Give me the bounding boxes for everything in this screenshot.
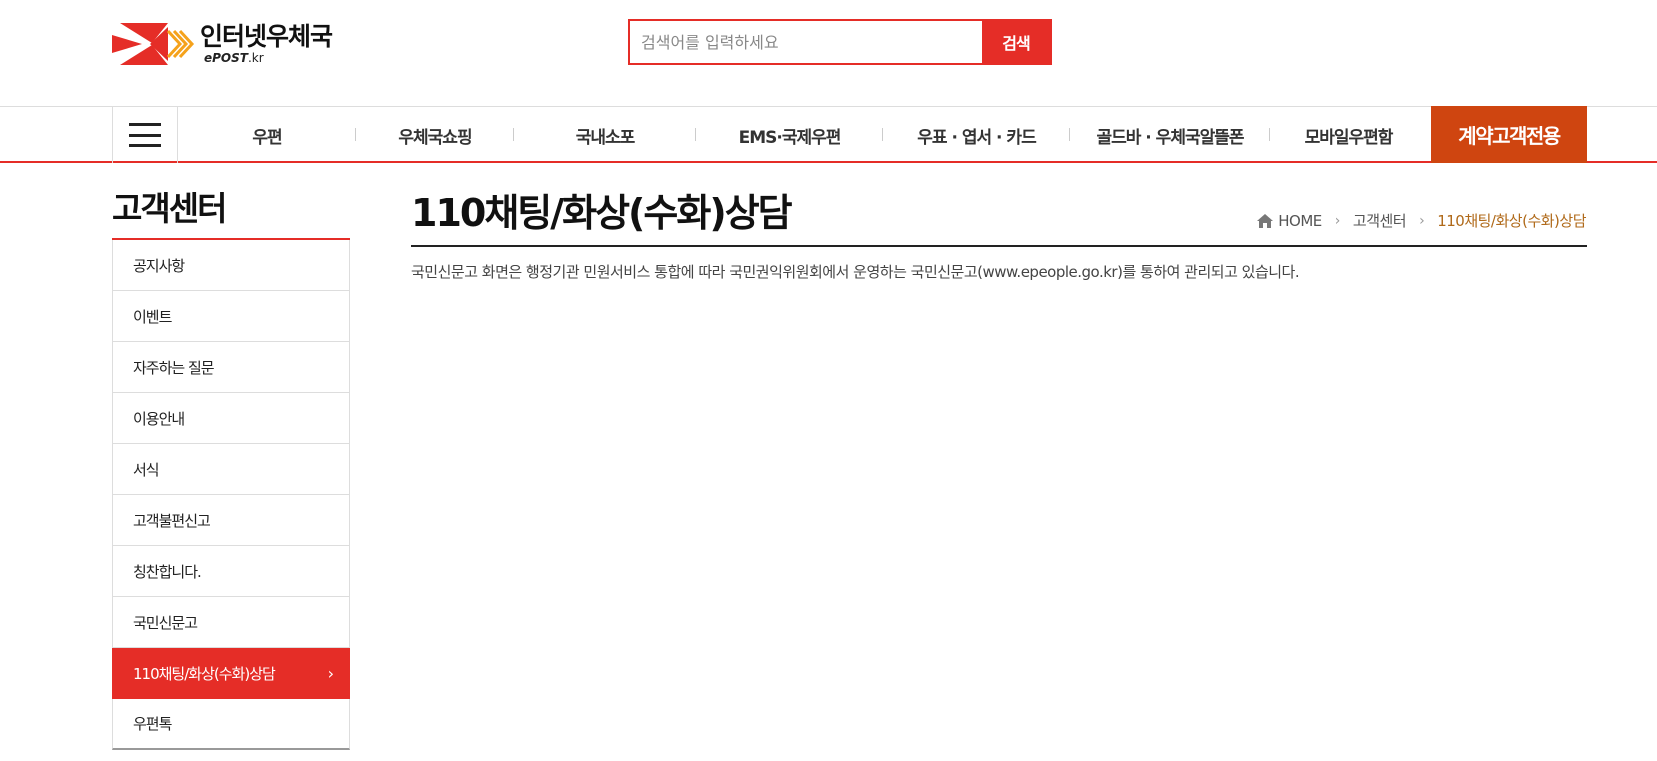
logo-text: 인터넷우체국 ePOST.kr bbox=[200, 22, 333, 66]
gnb-item-domestic-parcel[interactable]: 국내소포 bbox=[514, 107, 696, 163]
gnb-item-ems[interactable]: EMS·국제우편 bbox=[696, 107, 883, 163]
sidebar-title: 고객센터 bbox=[112, 189, 227, 228]
epost-logo-icon bbox=[112, 23, 195, 65]
chevron-right-icon: › bbox=[327, 664, 334, 683]
gnb-item-shopping[interactable]: 우체국쇼핑 bbox=[356, 107, 514, 163]
search-button[interactable]: 검색 bbox=[982, 21, 1050, 63]
breadcrumb: HOME › 고객센터 › 110채팅/화상(수화)상담 bbox=[1256, 210, 1586, 231]
epost-logo[interactable]: 인터넷우체국 ePOST.kr bbox=[112, 20, 342, 68]
gnb-item-goldbar[interactable]: 골드바 · 우체국알뜰폰 bbox=[1070, 107, 1270, 163]
gnb-item-stamps[interactable]: 우표 · 엽서 · 카드 bbox=[883, 107, 1070, 163]
contract-customer-button[interactable]: 계약고객전용 bbox=[1431, 106, 1587, 163]
sidebar-item-label: 110채팅/화상(수화)상담 bbox=[133, 664, 276, 683]
site-header: 인터넷우체국 ePOST.kr 검색 bbox=[0, 0, 1657, 106]
chevron-right-icon: › bbox=[1419, 212, 1425, 229]
page-title: 110채팅/화상(수화)상담 bbox=[411, 191, 793, 235]
sidebar-item-praise[interactable]: 칭찬합니다. bbox=[112, 546, 350, 597]
hamburger-menu-button[interactable] bbox=[112, 107, 178, 163]
sidebar-item-epeople[interactable]: 국민신문고 bbox=[112, 597, 350, 648]
sidebar-item-faq[interactable]: 자주하는 질문 bbox=[112, 342, 350, 393]
hamburger-icon bbox=[129, 123, 161, 147]
sidebar-menu: 공지사항 이벤트 자주하는 질문 이용안내 서식 고객불편신고 칭찬합니다. 국… bbox=[112, 238, 350, 750]
gnb-inner: 우편 우체국쇼핑 국내소포 EMS·국제우편 우표 · 엽서 · 카드 골드바 … bbox=[112, 107, 1587, 163]
gnb-item-mail[interactable]: 우편 bbox=[178, 107, 356, 163]
home-icon bbox=[1257, 213, 1274, 228]
logo-subtitle: ePOST.kr bbox=[204, 51, 332, 65]
sidebar-item-forms[interactable]: 서식 bbox=[112, 444, 350, 495]
search-bar: 검색 bbox=[628, 19, 1052, 65]
gnb-item-mobile-mailbox[interactable]: 모바일우편함 bbox=[1270, 107, 1427, 163]
sidebar-item-guide[interactable]: 이용안내 bbox=[112, 393, 350, 444]
logo-title: 인터넷우체국 bbox=[200, 22, 333, 51]
page-description: 국민신문고 화면은 행정기관 민원서비스 통합에 따라 국민권익위원회에서 운영… bbox=[411, 263, 1300, 281]
breadcrumb-customer-center[interactable]: 고객센터 bbox=[1353, 210, 1407, 231]
title-divider bbox=[411, 245, 1587, 247]
logo-sub-domain: .kr bbox=[247, 51, 264, 65]
sidebar-item-event[interactable]: 이벤트 bbox=[112, 291, 350, 342]
breadcrumb-home[interactable]: HOME bbox=[1278, 212, 1322, 230]
sidebar-item-notice[interactable]: 공지사항 bbox=[112, 240, 350, 291]
chevron-right-icon: › bbox=[1334, 212, 1341, 229]
search-input[interactable] bbox=[630, 21, 982, 63]
global-navigation: 우편 우체국쇼핑 국내소포 EMS·국제우편 우표 · 엽서 · 카드 골드바 … bbox=[0, 106, 1657, 163]
logo-sub-brand: ePOST bbox=[204, 51, 248, 65]
sidebar-item-complaint[interactable]: 고객불편신고 bbox=[112, 495, 350, 546]
sidebar-item-110-chat[interactable]: 110채팅/화상(수화)상담 › bbox=[112, 648, 350, 699]
sidebar-item-post-talk[interactable]: 우편톡 bbox=[112, 699, 350, 750]
breadcrumb-current: 110채팅/화상(수화)상담 bbox=[1437, 212, 1586, 230]
